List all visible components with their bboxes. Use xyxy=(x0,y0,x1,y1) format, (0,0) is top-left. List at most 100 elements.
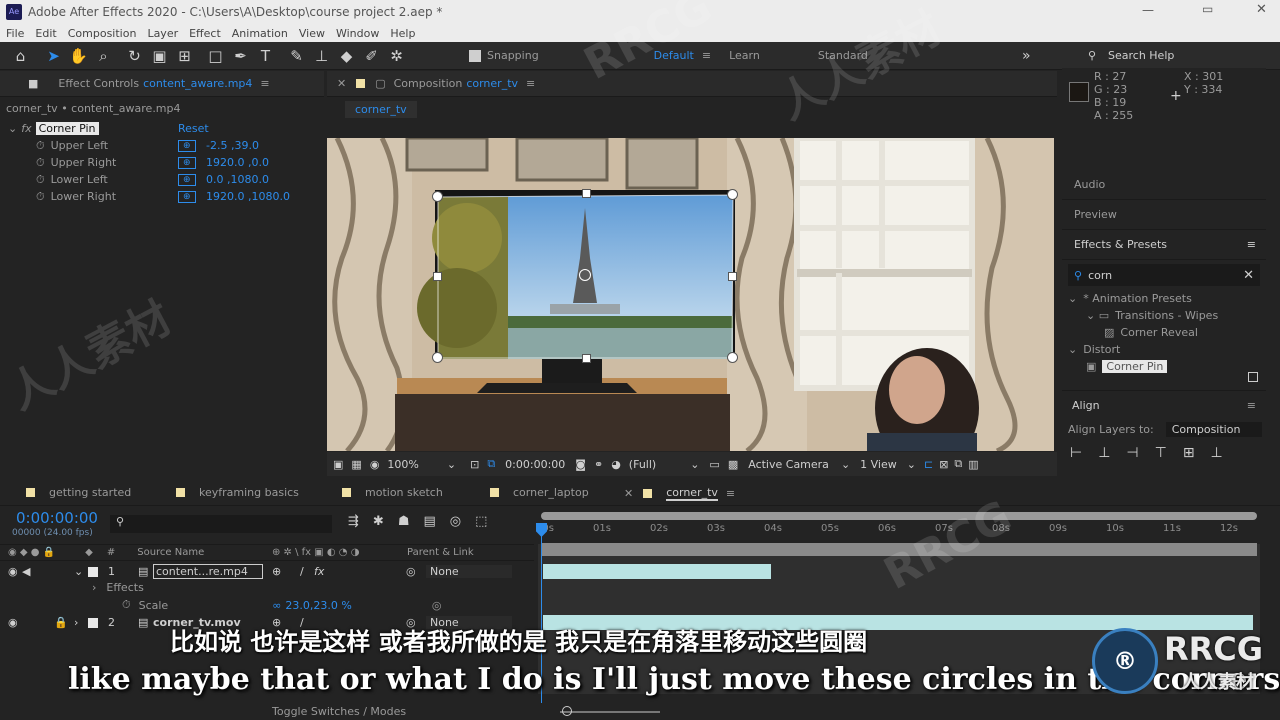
show-snapshot-icon[interactable]: ⚭ xyxy=(594,458,603,471)
preview-panel-title[interactable]: Preview xyxy=(1062,200,1266,230)
menu-effect[interactable]: Effect xyxy=(189,27,221,40)
layer-name[interactable]: content...re.mp4 xyxy=(153,564,263,579)
crosshair-point-icon[interactable]: ⊕ xyxy=(178,156,196,169)
transparency-toggle-icon[interactable]: ▩ xyxy=(728,458,738,471)
pen-tool-icon[interactable]: ✒ xyxy=(228,47,253,65)
view-chevron-icon[interactable]: ⌄ xyxy=(907,458,916,471)
param-value[interactable]: 1920.0 ,1080.0 xyxy=(206,190,290,203)
audio-panel-title[interactable]: Audio xyxy=(1062,170,1266,200)
param-value[interactable]: 0.0 ,1080.0 xyxy=(206,173,269,186)
workspace-standard[interactable]: Standard xyxy=(818,49,868,62)
close-tab-icon[interactable]: ✕ xyxy=(337,77,346,90)
corner-pin-handle-upper-right[interactable] xyxy=(727,189,738,200)
composition-viewer[interactable] xyxy=(327,138,1054,451)
timeline-tab-corner-tv[interactable]: ✕ corner_tv ≡ xyxy=(624,486,735,501)
search-help-icon[interactable]: ⚲ xyxy=(1088,49,1096,62)
menu-composition[interactable]: Composition xyxy=(68,27,137,40)
flowchart-icon[interactable]: ⧉ xyxy=(954,457,962,471)
work-area-bar[interactable] xyxy=(541,512,1257,520)
pan-behind-tool-icon[interactable]: ⊞ xyxy=(172,47,197,65)
comp-lock-icon[interactable]: ▢ xyxy=(375,77,385,90)
composition-tab[interactable]: ✕ ▢ Composition corner_tv ≡ xyxy=(327,71,1057,97)
expand-chevron-icon[interactable]: ⌄ xyxy=(8,122,17,135)
rectangle-tool-icon[interactable]: □ xyxy=(203,47,228,65)
toggle-pixel-aspect-icon[interactable]: ⊏ xyxy=(924,458,933,471)
fx-switch-icon[interactable]: fx xyxy=(314,565,324,578)
timeline-search-field[interactable]: ⚲ xyxy=(110,515,332,533)
comp-timecode[interactable]: 0:00:00:00 xyxy=(505,458,565,471)
type-tool-icon[interactable]: T xyxy=(253,47,278,65)
timeline-zoom-slider[interactable] xyxy=(560,711,660,713)
eraser-tool-icon[interactable]: ◆ xyxy=(334,47,359,65)
search-help-input[interactable]: Search Help xyxy=(1108,49,1174,62)
workspace-overflow-icon[interactable]: » xyxy=(1022,48,1031,64)
corner-pin-handle-upper-left[interactable] xyxy=(432,191,443,202)
close-tab-icon[interactable]: ✕ xyxy=(624,487,633,500)
corner-pin-handle-lower-right[interactable] xyxy=(727,352,738,363)
param-value[interactable]: -2.5 ,39.0 xyxy=(206,139,259,152)
resolution-chevron-icon[interactable]: ⌄ xyxy=(690,458,699,471)
effect-controls-tab[interactable]: ■ Effect Controls content_aware.mp4 ≡ xyxy=(0,71,324,97)
align-left-icon[interactable]: ⊢ xyxy=(1070,445,1082,461)
roto-brush-tool-icon[interactable]: ✐ xyxy=(359,47,384,65)
scale-value[interactable]: 23.0,23.0 % xyxy=(285,599,351,612)
stopwatch-icon[interactable]: ⏱ xyxy=(36,190,45,204)
fast-previews-icon[interactable]: ▭ xyxy=(709,458,719,471)
effects-group-row[interactable]: › Effects xyxy=(92,581,144,594)
layer-handle-right-mid[interactable] xyxy=(728,272,737,281)
layer-handle-bottom-mid[interactable] xyxy=(582,354,591,363)
label-color-box[interactable] xyxy=(88,566,98,577)
puppet-tool-icon[interactable]: ✲ xyxy=(384,47,409,65)
effects-tree-item[interactable]: ▨ Corner Reveal xyxy=(1062,324,1266,341)
panel-menu-icon[interactable]: ≡ xyxy=(726,487,735,500)
rotate-tool-icon[interactable]: ↻ xyxy=(122,47,147,65)
video-visibility-icon[interactable]: ◉ xyxy=(8,616,18,629)
camera-tool-icon[interactable]: ▣ xyxy=(147,47,172,65)
menu-help[interactable]: Help xyxy=(390,27,415,40)
panel-menu-icon[interactable]: ≡ xyxy=(1247,399,1256,412)
region-of-interest-icon[interactable]: ⊡ xyxy=(470,458,479,471)
maximize-button[interactable]: ▭ xyxy=(1202,2,1213,16)
corner-pin-handle-lower-left[interactable] xyxy=(432,352,443,363)
crosshair-point-icon[interactable]: ⊕ xyxy=(178,139,196,152)
brush-tool-icon[interactable]: ✎ xyxy=(284,47,309,65)
lock-icon[interactable]: 🔒 xyxy=(54,616,68,629)
timeline-tab-keyframing-basics[interactable]: keyframing basics xyxy=(176,486,299,499)
scale-property-row[interactable]: ⏱ Scale ∞ 23.0,23.0 % ◎ xyxy=(122,598,441,612)
effects-tree-item[interactable]: ⌄ ▭ Transitions - Wipes xyxy=(1062,307,1266,324)
panel-menu-icon[interactable]: ≡ xyxy=(260,77,269,90)
pick-whip-icon[interactable]: ◎ xyxy=(432,599,442,612)
menu-window[interactable]: Window xyxy=(336,27,379,40)
crosshair-point-icon[interactable]: ⊕ xyxy=(178,190,196,203)
menu-layer[interactable]: Layer xyxy=(147,27,178,40)
video-visibility-icon[interactable]: ◉ xyxy=(8,565,18,578)
corner-pin-param-row[interactable]: ⏱ Upper Right ⊕ 1920.0 ,0.0 xyxy=(0,154,324,171)
snapping-checkbox[interactable] xyxy=(469,49,481,62)
reset-button[interactable]: Reset xyxy=(178,122,209,135)
align-vcenter-icon[interactable]: ⊞ xyxy=(1183,445,1195,461)
layer-handle-top-mid[interactable] xyxy=(582,189,591,198)
collapse-switch-icon[interactable]: ⊕ xyxy=(272,565,281,578)
corner-pin-param-row[interactable]: ⏱ Upper Left ⊕ -2.5 ,39.0 xyxy=(0,137,324,154)
effect-controls-lock-icon[interactable]: ■ xyxy=(28,77,38,90)
constrain-proportions-icon[interactable]: ∞ xyxy=(272,599,281,612)
render-icon[interactable]: ▥ xyxy=(968,458,978,471)
label-color-box[interactable] xyxy=(88,617,98,628)
timeline-tab-motion-sketch[interactable]: motion sketch xyxy=(342,486,443,499)
comp-mini-flowchart-icon[interactable]: ⇶ xyxy=(348,514,359,529)
panel-menu-icon[interactable]: ≡ xyxy=(526,77,535,90)
crosshair-point-icon[interactable]: ⊕ xyxy=(178,173,196,186)
effects-tree-item[interactable]: ⌄ * Animation Presets xyxy=(1062,290,1266,307)
camera-chevron-icon[interactable]: ⌄ xyxy=(841,458,850,471)
expand-chevron-icon[interactable]: › xyxy=(74,616,78,629)
toggle-switches-modes[interactable]: Toggle Switches / Modes xyxy=(272,705,406,718)
reset-exposure-icon[interactable]: ⊠ xyxy=(939,458,948,471)
stopwatch-icon[interactable]: ⏱ xyxy=(122,598,131,612)
timeline-tab-corner-laptop[interactable]: corner_laptop xyxy=(490,486,589,499)
expand-chevron-icon[interactable]: › xyxy=(92,581,96,594)
channel-icon[interactable]: ◕ xyxy=(611,458,621,471)
align-to-select[interactable]: Composition xyxy=(1165,421,1262,437)
time-ruler[interactable]: 00s01s02s03s04s05s06s07s08s09s10s11s12s xyxy=(536,523,1266,539)
workspace-default-menu-icon[interactable]: ≡ xyxy=(702,49,711,62)
effects-tree-item[interactable]: ▣ Corner Pin xyxy=(1062,358,1266,375)
